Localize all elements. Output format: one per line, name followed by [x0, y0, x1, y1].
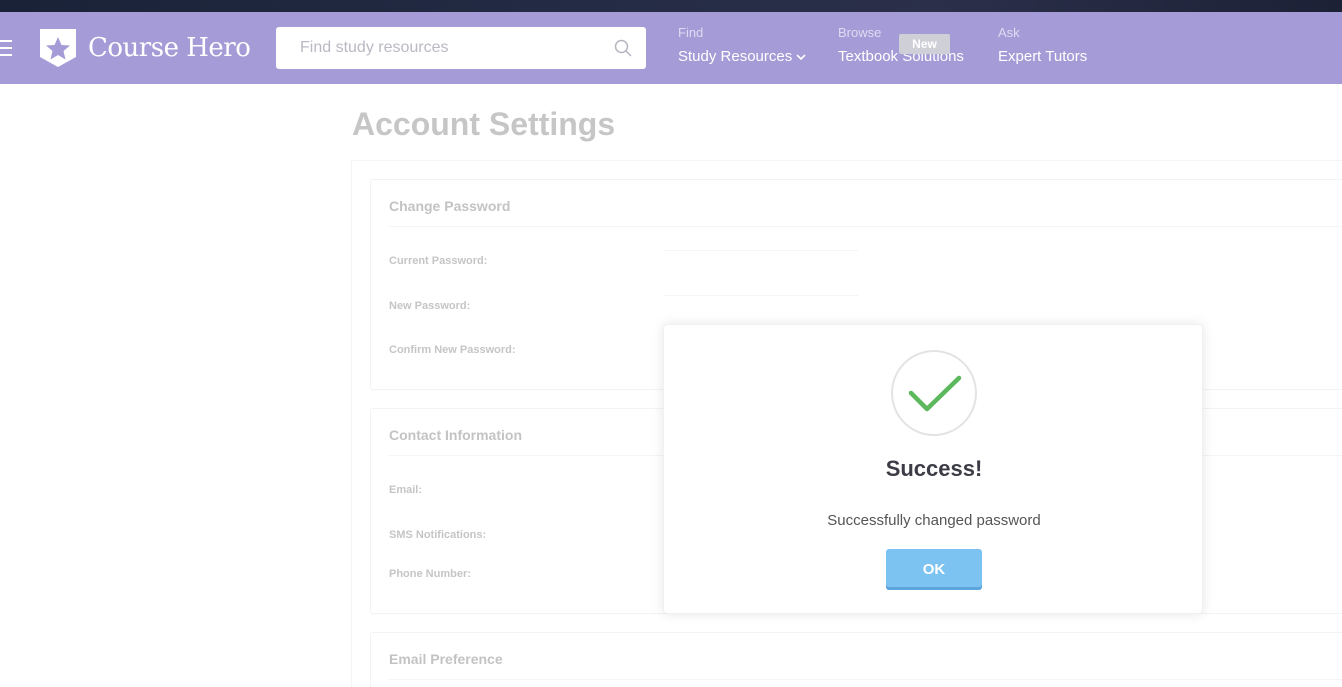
- dialog-message: Successfully changed password: [827, 512, 1041, 529]
- browser-top-strip: [0, 0, 1342, 12]
- ok-button[interactable]: OK: [886, 549, 982, 590]
- dialog-title: Success!: [885, 456, 983, 481]
- shield-star-icon: [40, 29, 76, 67]
- search-input[interactable]: [276, 27, 606, 69]
- nav-study-resources[interactable]: Find Study Resources: [678, 25, 806, 65]
- nav-ask-caption: Ask: [998, 25, 1020, 40]
- nav-find-caption: Find: [678, 25, 704, 40]
- success-dialog: Success! Successfully changed password O…: [663, 324, 1203, 614]
- chevron-down-icon: [796, 53, 806, 60]
- site-header: Course Hero Find Study Resources Browse …: [0, 12, 1342, 84]
- search-icon[interactable]: [614, 39, 632, 57]
- course-hero-logo[interactable]: Course Hero: [38, 27, 251, 69]
- success-check-icon: [891, 350, 977, 436]
- hamburger-menu-icon[interactable]: [0, 40, 12, 56]
- nav-expert-tutors-label: Expert Tutors: [998, 48, 1088, 65]
- nav-expert-tutors[interactable]: Ask Expert Tutors: [998, 25, 1087, 65]
- nav-study-resources-label: Study Resources: [678, 48, 793, 65]
- new-badge: New: [899, 34, 950, 54]
- search-box: [276, 27, 646, 69]
- brand-name: Course Hero: [88, 33, 251, 63]
